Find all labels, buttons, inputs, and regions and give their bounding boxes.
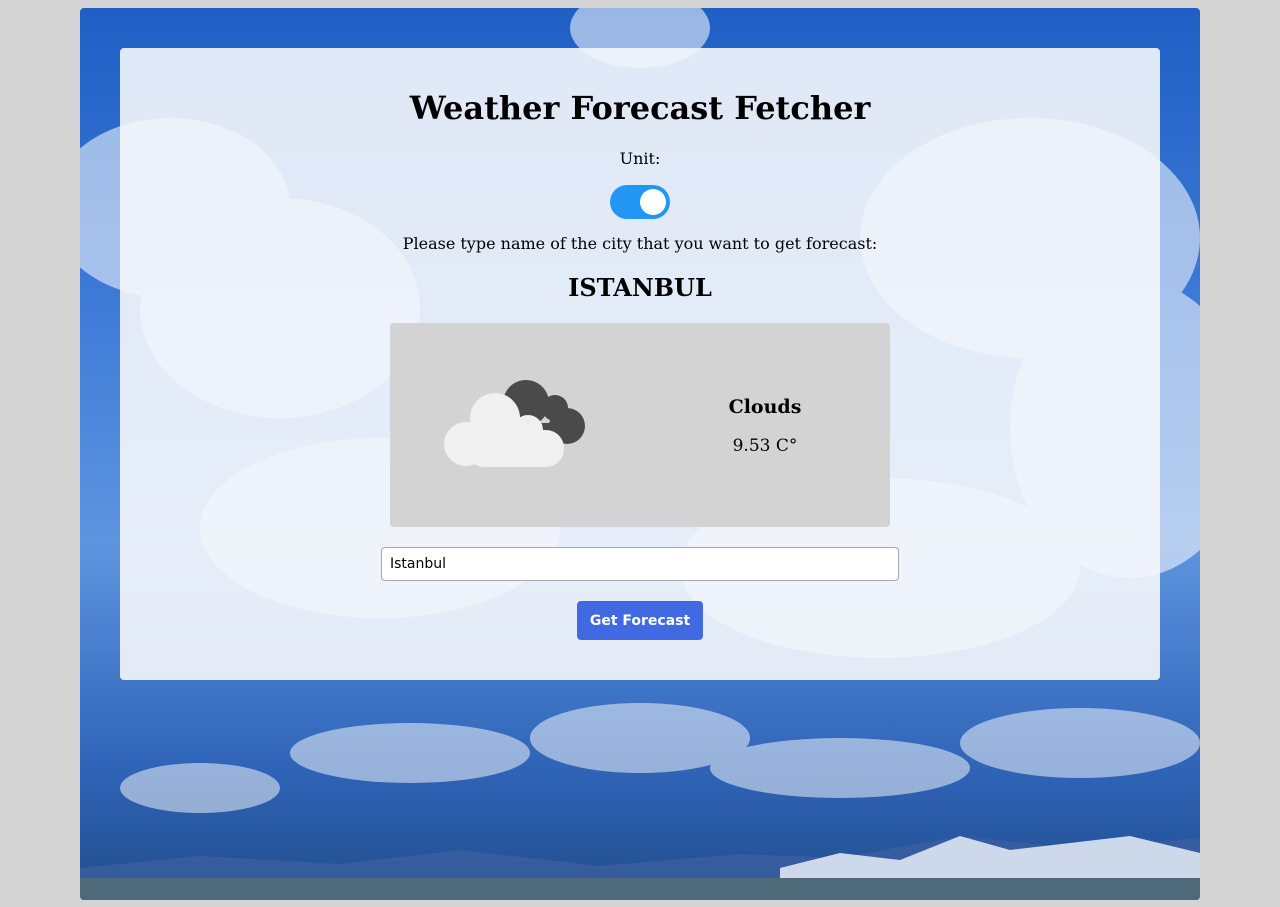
get-forecast-button[interactable]: Get Forecast [577,601,703,640]
toggle-knob[interactable] [640,189,666,215]
city-prompt: Please type name of the city that you wa… [402,234,878,253]
unit-label: Unit: [619,149,661,168]
weather-condition: Clouds [728,396,802,418]
clouds-icon [444,380,585,467]
city-input[interactable] [381,547,899,581]
unit-toggle[interactable] [610,185,670,219]
temperature-value: 9.53 C° [732,436,798,456]
page-title: Weather Forecast Fetcher [409,89,871,127]
forecast-card: Clouds 9.53 C° [390,323,890,527]
city-name: ISTANBUL [568,273,712,302]
